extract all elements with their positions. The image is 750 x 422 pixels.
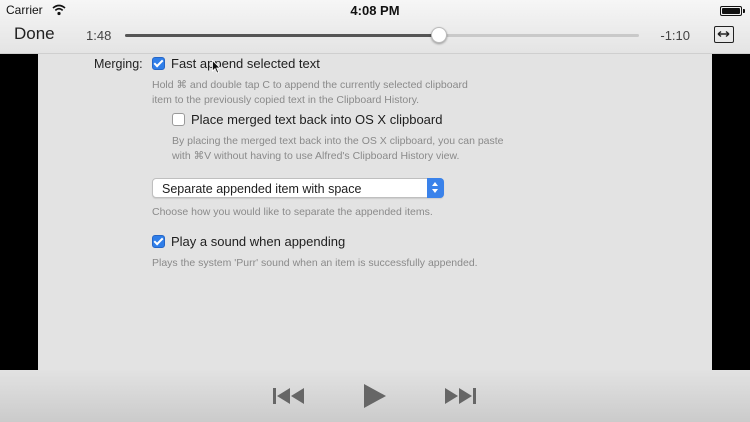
place-back-description: By placing the merged text back into the…: [172, 134, 504, 164]
play-sound-description: Plays the system 'Purr' sound when an it…: [152, 257, 478, 269]
player-top-bar: Carrier 4:08 PM Done 1:48 -1:10: [0, 0, 750, 54]
fast-append-desc-line1: Hold ⌘ and double tap C to append the cu…: [152, 79, 468, 91]
scrubber-progress: [125, 34, 439, 37]
fast-append-row[interactable]: Fast append selected text: [152, 56, 320, 71]
fast-append-desc-line2: item to the previously copied text in th…: [152, 94, 420, 106]
fast-append-checkbox[interactable]: [152, 57, 165, 70]
mouse-cursor-icon: [212, 60, 221, 74]
play-sound-row[interactable]: Play a sound when appending: [152, 234, 345, 249]
remaining-time: -1:10: [660, 28, 690, 43]
fast-append-label: Fast append selected text: [171, 56, 320, 71]
done-button[interactable]: Done: [14, 24, 55, 44]
merging-section-label: Merging:: [94, 57, 143, 71]
skip-forward-icon[interactable]: [440, 383, 480, 409]
place-back-desc-line1: By placing the merged text back into the…: [172, 135, 504, 147]
status-bar: Carrier 4:08 PM: [0, 3, 750, 19]
play-sound-label: Play a sound when appending: [171, 234, 346, 249]
place-back-row[interactable]: Place merged text back into OS X clipboa…: [172, 112, 442, 127]
play-sound-checkbox[interactable]: [152, 235, 165, 248]
aspect-ratio-icon[interactable]: [714, 26, 734, 43]
player-bottom-bar: [0, 370, 750, 422]
place-back-label: Place merged text back into OS X clipboa…: [191, 112, 443, 127]
elapsed-time: 1:48: [86, 28, 112, 43]
scrubber-thumb[interactable]: [430, 27, 447, 43]
status-time: 4:08 PM: [350, 3, 400, 18]
battery-icon: [720, 6, 745, 16]
aspect-arrows: [717, 30, 730, 38]
place-back-desc-line2: with ⌘V without having to use Alfred's C…: [172, 150, 460, 162]
skip-back-icon[interactable]: [270, 383, 310, 409]
separator-select-value: Separate appended item with space: [162, 182, 362, 196]
chevron-updown-icon: [427, 178, 444, 198]
scrubber-track[interactable]: [125, 34, 639, 37]
separator-select[interactable]: Separate appended item with space: [152, 178, 444, 198]
separator-description: Choose how you would like to separate th…: [152, 206, 433, 218]
play-icon[interactable]: [355, 383, 395, 409]
fast-append-description: Hold ⌘ and double tap C to append the cu…: [152, 78, 468, 108]
place-back-checkbox[interactable]: [172, 113, 185, 126]
